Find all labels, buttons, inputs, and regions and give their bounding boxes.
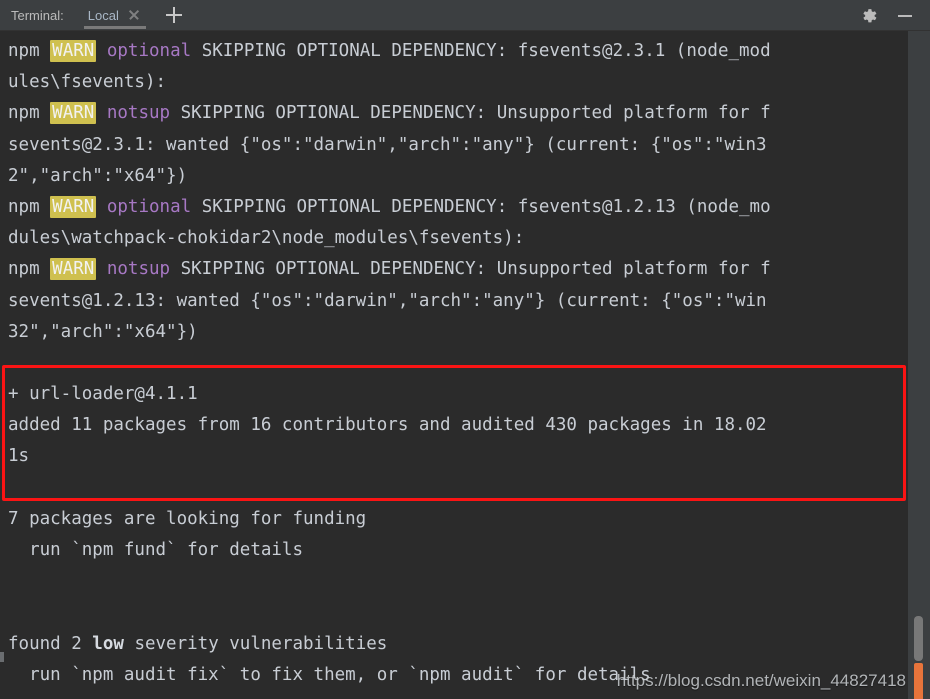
terminal-tool-window: Terminal: Local npm WARN optional SKIPPI…: [0, 0, 930, 699]
terminal-token-plain: ules\fsevents):: [8, 72, 167, 93]
terminal-token-plain: npm: [8, 259, 51, 280]
terminal-line: dules\watchpack-chokidar2\node_modules\f…: [8, 223, 912, 254]
terminal-token-plain: sevents@1.2.13: wanted {"os":"darwin","a…: [8, 290, 767, 311]
watermark-url: https://blog.csdn.net/weixin_44827418: [616, 671, 906, 690]
tab-local-label: Local: [87, 7, 119, 23]
terminal-token-plain: SKIPPING OPTIONAL DEPENDENCY: fsevents@1…: [191, 196, 771, 217]
terminal-output-pane[interactable]: npm WARN optional SKIPPING OPTIONAL DEPE…: [0, 31, 930, 699]
gear-icon[interactable]: [858, 5, 880, 27]
terminal-token-plain: SKIPPING OPTIONAL DEPENDENCY: Unsupporte…: [170, 103, 771, 124]
terminal-line-list: npm WARN optional SKIPPING OPTIONAL DEPE…: [0, 31, 912, 691]
terminal-token-plain: 32","arch":"x64"}): [8, 321, 198, 342]
terminal-token-plain: 7 packages are looking for funding: [8, 508, 367, 529]
minimize-icon[interactable]: [894, 5, 916, 27]
terminal-line: found 2 low severity vulnerabilities: [8, 629, 912, 660]
terminal-token-warn: WARN: [50, 40, 97, 62]
terminal-token-plain: 1s: [8, 446, 30, 467]
terminal-line: 32","arch":"x64"}): [8, 317, 912, 348]
terminal-token-purple: notsup: [106, 103, 171, 124]
terminal-token-plain: added 11 packages from 16 contributors a…: [8, 415, 767, 436]
terminal-token-plain: [96, 197, 107, 217]
terminal-line: added 11 packages from 16 contributors a…: [8, 410, 912, 441]
gutter-marker: [0, 652, 4, 662]
terminal-token-plain: [96, 41, 107, 61]
terminal-token-plain: [96, 259, 107, 279]
terminal-token-plain: npm: [8, 196, 51, 217]
terminal-token-plain: npm: [8, 103, 51, 124]
terminal-token-warn: WARN: [50, 195, 97, 218]
terminal-token-purple: optional: [106, 41, 192, 61]
terminal-token-plain: severity vulnerabilities: [123, 633, 388, 654]
terminal-line: run `npm fund` for details: [8, 535, 912, 566]
terminal-token-warn: WARN: [50, 102, 97, 125]
terminal-line: npm WARN notsup SKIPPING OPTIONAL DEPEND…: [8, 98, 912, 129]
terminal-line: npm WARN optional SKIPPING OPTIONAL DEPE…: [8, 36, 912, 67]
header-actions: [858, 0, 930, 31]
plus-icon[interactable]: [164, 5, 184, 25]
terminal-line: 7 packages are looking for funding: [8, 504, 912, 535]
terminal-token-plain: run `npm audit fix` to fix them, or `npm…: [8, 664, 651, 685]
terminal-line: sevents@2.3.1: wanted {"os":"darwin","ar…: [8, 130, 912, 161]
terminal-line: npm WARN notsup SKIPPING OPTIONAL DEPEND…: [8, 254, 912, 285]
terminal-line: npm WARN optional SKIPPING OPTIONAL DEPE…: [8, 192, 912, 223]
tab-local[interactable]: Local: [83, 0, 146, 31]
terminal-line: 1s: [8, 441, 912, 472]
terminal-token-plain: SKIPPING OPTIONAL DEPENDENCY: Unsupporte…: [170, 259, 771, 280]
terminal-line: 2","arch":"x64"}): [8, 161, 912, 192]
tab-active-underline: [83, 25, 146, 29]
terminal-token-plain: sevents@2.3.1: wanted {"os":"darwin","ar…: [8, 134, 767, 155]
terminal-header-bar: Terminal: Local: [0, 0, 930, 31]
terminal-token-plain: [96, 103, 107, 123]
terminal-token-warn: WARN: [50, 258, 97, 281]
terminal-line: + url-loader@4.1.1: [8, 379, 912, 410]
scrollbar-thumb[interactable]: [914, 616, 923, 661]
terminal-token-purple: notsup: [106, 259, 171, 280]
terminal-token-plain: + url-loader@4.1.1: [8, 384, 198, 405]
scroll-error-marker[interactable]: [914, 663, 923, 699]
terminal-token-plain: SKIPPING OPTIONAL DEPENDENCY: fsevents@2…: [191, 41, 771, 61]
terminal-token-plain: run `npm fund` for details: [8, 540, 304, 560]
terminal-token-bold: low: [92, 633, 124, 654]
terminal-line: ules\fsevents):: [8, 67, 912, 98]
terminal-token-plain: found 2: [8, 633, 93, 654]
terminal-line: sevents@1.2.13: wanted {"os":"darwin","a…: [8, 286, 912, 317]
terminal-token-plain: dules\watchpack-chokidar2\node_modules\f…: [8, 228, 525, 249]
terminal-token-purple: optional: [106, 196, 192, 217]
terminal-token-plain: 2","arch":"x64"}): [8, 165, 188, 186]
scrollbar-track[interactable]: [908, 31, 930, 699]
terminal-token-plain: npm: [8, 41, 51, 61]
page-title: Terminal:: [11, 7, 64, 23]
close-icon[interactable]: [128, 9, 140, 21]
